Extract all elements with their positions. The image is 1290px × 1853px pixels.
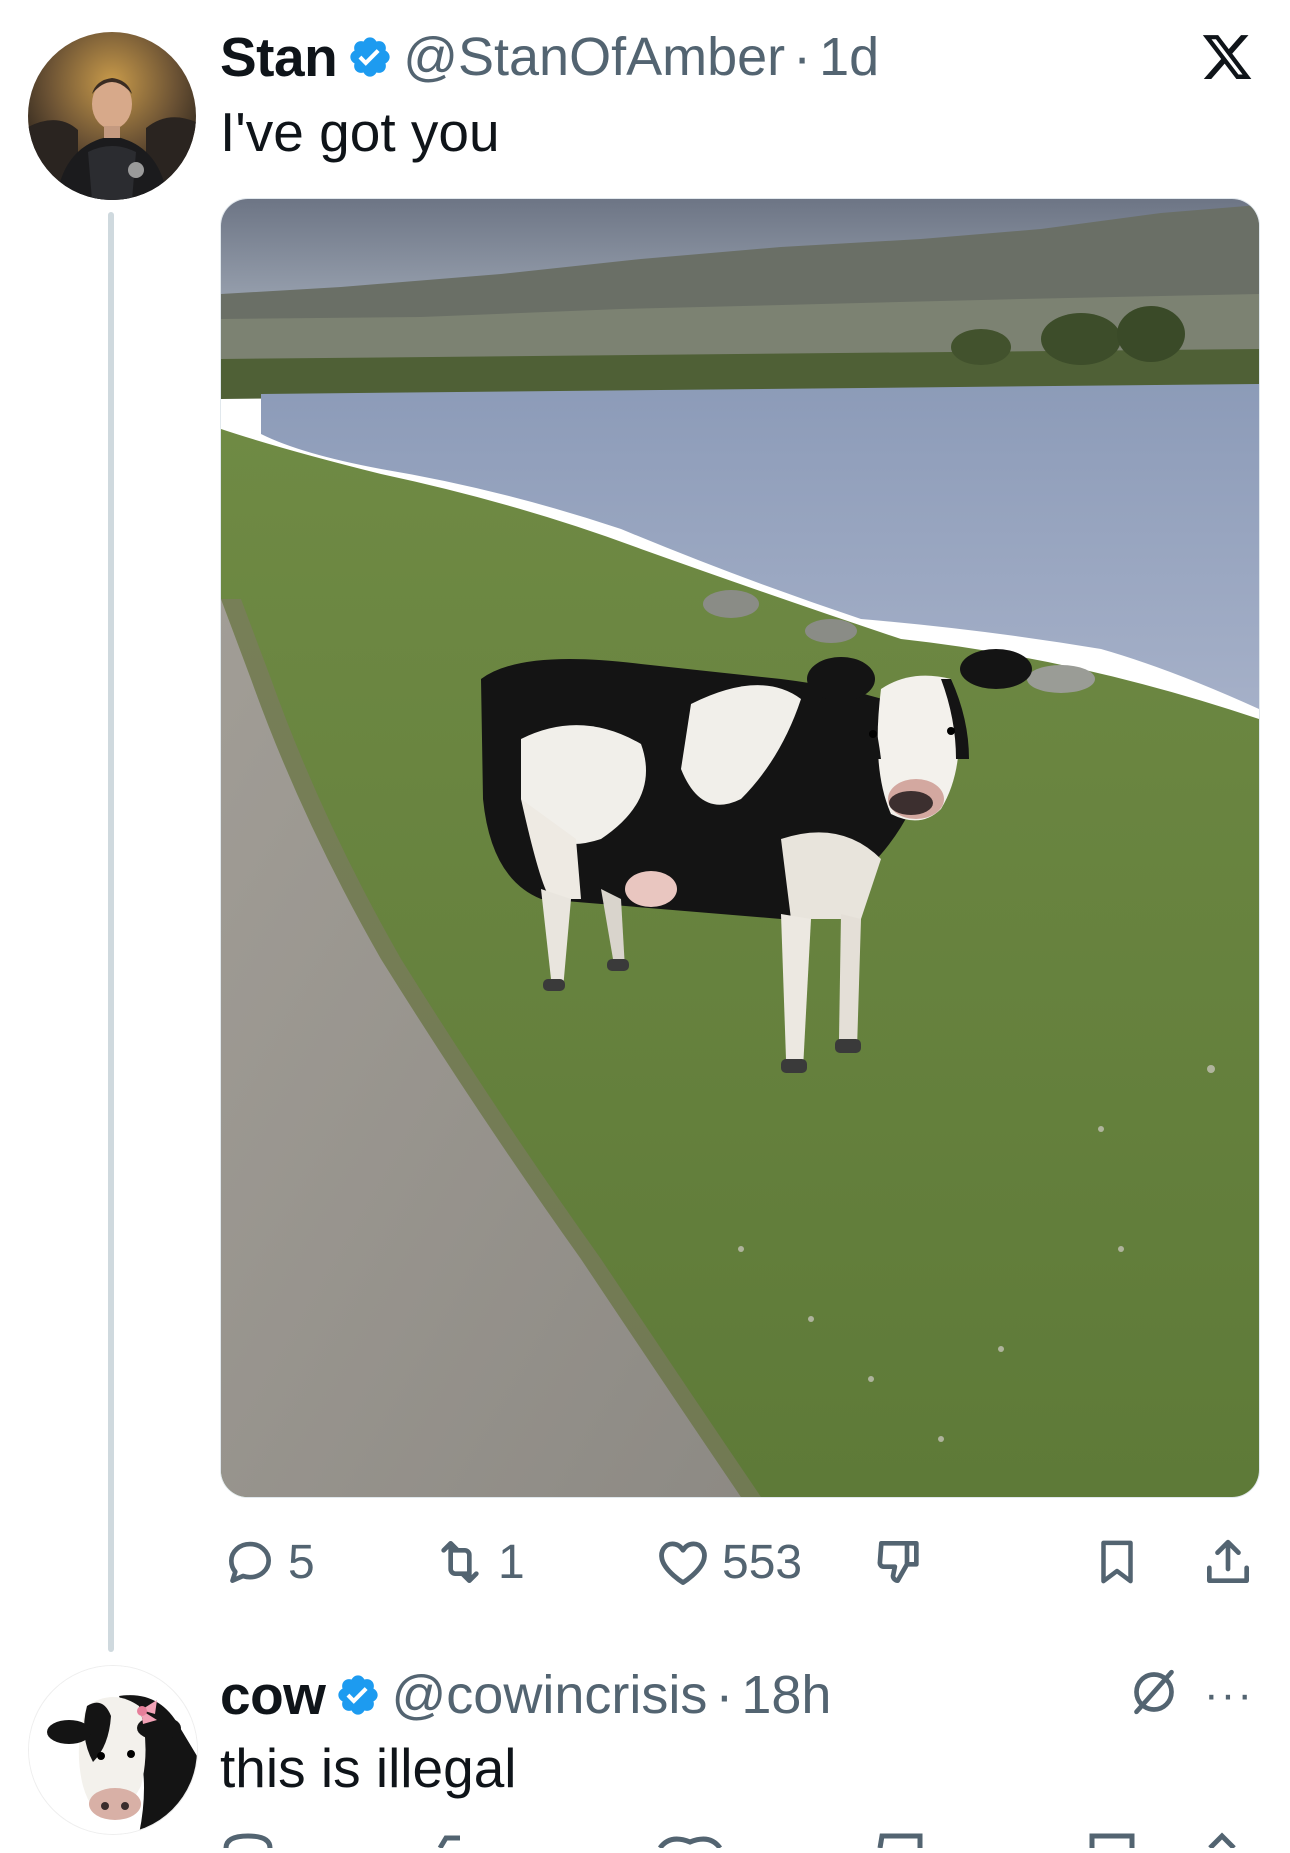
handle[interactable]: @StanOfAmber: [403, 26, 785, 88]
reply-icon: [222, 1534, 278, 1590]
timestamp[interactable]: 1d: [819, 26, 879, 88]
tweet-action-bar-partial: [220, 1828, 1258, 1850]
tweet-action-bar: 5 1 553: [220, 1532, 1258, 1592]
reply-button[interactable]: 5: [222, 1532, 315, 1592]
share-icon: [1200, 1534, 1256, 1590]
handle[interactable]: @cowincrisis: [391, 1664, 707, 1726]
avatar-cow-image: [29, 1666, 197, 1834]
grok-icon[interactable]: [1126, 1664, 1182, 1725]
more-icon[interactable]: ···: [1204, 1670, 1254, 1720]
avatar-stan-image: [28, 32, 196, 200]
dislike-icon: [872, 1534, 928, 1590]
display-name[interactable]: Stan: [220, 25, 338, 89]
retweet-button[interactable]: 1: [432, 1532, 525, 1592]
timestamp[interactable]: 18h: [741, 1664, 831, 1726]
verified-badge-icon: [335, 1672, 381, 1718]
avatar-stan[interactable]: [28, 32, 196, 200]
retweet-icon: [432, 1534, 488, 1590]
display-name[interactable]: cow: [220, 1663, 326, 1727]
like-button[interactable]: 553: [654, 1532, 802, 1592]
tweet-text: I've got you: [220, 101, 500, 163]
tweet-text: this is illegal: [220, 1737, 517, 1799]
bookmark-button[interactable]: [1090, 1532, 1144, 1592]
heart-icon: [654, 1533, 712, 1591]
cow-photo-illustration: [221, 199, 1259, 1497]
separator-dot: ·: [793, 27, 812, 87]
thread-connector-line: [108, 212, 114, 1652]
x-logo-icon: [1200, 30, 1254, 89]
tweet-photo[interactable]: [220, 198, 1260, 1498]
separator-dot: ·: [715, 1665, 734, 1725]
retweet-count: 1: [498, 1535, 525, 1589]
share-button[interactable]: [1200, 1532, 1256, 1592]
bookmark-icon: [1090, 1535, 1144, 1589]
tweet-header: Stan @StanOfAmber · 1d: [220, 22, 879, 92]
reply-count: 5: [288, 1535, 315, 1589]
dislike-button[interactable]: [872, 1532, 928, 1592]
verified-badge-icon: [347, 34, 393, 80]
avatar-cow[interactable]: [28, 1665, 198, 1835]
like-count: 553: [722, 1535, 803, 1589]
tweet-header: cow @cowincrisis · 18h: [220, 1660, 831, 1730]
